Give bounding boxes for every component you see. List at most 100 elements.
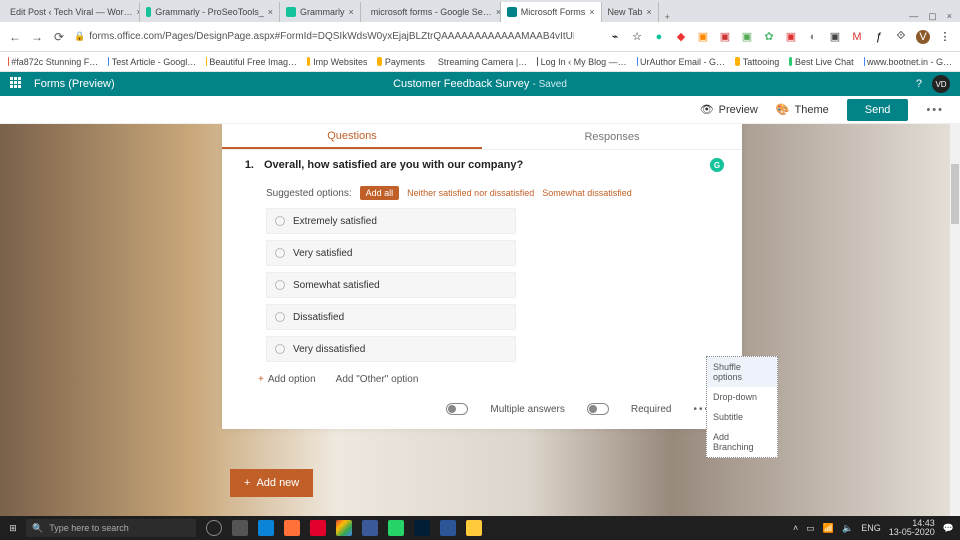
product-name: Forms (Preview) xyxy=(34,78,115,90)
theme-button[interactable]: 🎨Theme xyxy=(776,103,829,116)
browser-tab[interactable]: New Tab× xyxy=(602,2,659,22)
bookmark[interactable]: Imp Websites xyxy=(307,57,367,67)
choice-option[interactable]: Dissatisfied xyxy=(266,304,516,330)
choice-option[interactable]: Somewhat satisfied xyxy=(266,272,516,298)
browser-tabstrip: Edit Post ‹ Tech Viral — Wor…× Grammarly… xyxy=(0,0,960,22)
bookmark[interactable]: UrAuthor Email - G… xyxy=(637,57,725,67)
clock[interactable]: 14:43 13-05-2020 xyxy=(889,519,935,537)
plus-icon: + xyxy=(258,374,264,385)
choice-option[interactable]: Extremely satisfied xyxy=(266,208,516,234)
whatsapp-icon[interactable] xyxy=(388,520,404,536)
ext-icon[interactable]: ⟐ xyxy=(894,30,908,44)
bookmark[interactable]: Log In ‹ My Blog —… xyxy=(537,57,626,67)
ext-icon[interactable]: ▣ xyxy=(828,30,842,44)
tab-questions[interactable]: Questions xyxy=(222,124,482,149)
language-indicator[interactable]: ENG xyxy=(861,523,881,533)
bookmark[interactable]: Test Article - Googl… xyxy=(108,57,196,67)
forward-icon[interactable]: → xyxy=(30,30,44,44)
close-icon[interactable]: × xyxy=(349,7,354,17)
chrome-icon[interactable] xyxy=(336,520,352,536)
add-option-button[interactable]: +Add option xyxy=(258,374,316,385)
bookmark[interactable]: Payments xyxy=(377,57,424,67)
profile-avatar[interactable]: V xyxy=(916,30,930,44)
multiple-answers-toggle[interactable] xyxy=(446,403,468,415)
edge-icon[interactable] xyxy=(258,520,274,536)
opera-icon[interactable] xyxy=(310,520,326,536)
bookmark[interactable]: Best Live Chat xyxy=(789,57,853,67)
add-new-button[interactable]: + Add new xyxy=(230,469,313,497)
question-block: 1. Overall, how satisfied are you with o… xyxy=(222,150,742,429)
tab-responses[interactable]: Responses xyxy=(482,124,742,149)
add-other-button[interactable]: Add "Other" option xyxy=(336,374,419,385)
back-icon[interactable]: ← xyxy=(8,30,22,44)
reload-icon[interactable]: ⟳ xyxy=(52,30,66,44)
close-icon[interactable]: × xyxy=(646,7,651,17)
plus-icon: + xyxy=(244,477,250,489)
kebab-icon[interactable]: ⋮ xyxy=(938,30,952,44)
browser-tab-active[interactable]: Microsoft Forms× xyxy=(501,2,602,22)
firefox-icon[interactable] xyxy=(284,520,300,536)
send-button[interactable]: Send xyxy=(847,99,909,121)
app-icon[interactable] xyxy=(362,520,378,536)
taskbar-search[interactable]: 🔍Type here to search xyxy=(26,519,196,537)
browser-tab[interactable]: Grammarly - ProSeoTools_× xyxy=(140,2,280,22)
word-icon[interactable] xyxy=(440,520,456,536)
browser-tab[interactable]: microsoft forms - Google Se…× xyxy=(361,2,501,22)
preview-button[interactable]: 👁Preview xyxy=(700,103,758,116)
radio-icon xyxy=(275,344,285,354)
close-icon[interactable]: × xyxy=(268,7,273,17)
user-avatar[interactable]: VD xyxy=(932,75,950,93)
question-text[interactable]: Overall, how satisfied are you with our … xyxy=(264,159,523,171)
battery-icon[interactable]: ▭ xyxy=(806,523,815,534)
menu-item-shuffle[interactable]: Shuffle options xyxy=(707,357,777,387)
cortana-icon[interactable] xyxy=(206,520,222,536)
required-toggle[interactable] xyxy=(587,403,609,415)
menu-item-branching[interactable]: Add Branching xyxy=(707,427,777,457)
wifi-icon[interactable]: 📶 xyxy=(823,523,834,534)
ext-icon[interactable]: ▣ xyxy=(718,30,732,44)
ext-icon[interactable]: ▣ xyxy=(784,30,798,44)
bookmark[interactable]: #fa872c Stunning F… xyxy=(8,57,98,67)
browser-tab[interactable]: Edit Post ‹ Tech Viral — Wor…× xyxy=(0,2,140,22)
suggested-chip[interactable]: Neither satisfied nor dissatisfied xyxy=(407,188,534,198)
start-button[interactable]: ⊞ xyxy=(0,523,26,534)
tray-chevron-icon[interactable]: ˄ xyxy=(793,523,798,533)
bookmark[interactable]: Beautiful Free Imag… xyxy=(206,57,297,67)
suggested-chip[interactable]: Somewhat dissatisfied xyxy=(542,188,632,198)
ext-icon[interactable]: ✿ xyxy=(762,30,776,44)
more-icon[interactable]: ••• xyxy=(926,104,944,116)
ext-icon[interactable]: ▣ xyxy=(740,30,754,44)
window-maximize-icon[interactable]: ▢ xyxy=(928,11,937,22)
notifications-icon[interactable]: 💬 xyxy=(943,523,954,534)
menu-item-dropdown[interactable]: Drop-down xyxy=(707,387,777,407)
bookmark[interactable]: Tattooing xyxy=(735,57,779,67)
grammarly-icon[interactable]: G xyxy=(710,158,724,172)
newtab-button[interactable]: + xyxy=(659,12,676,22)
menu-item-subtitle[interactable]: Subtitle xyxy=(707,407,777,427)
ext-icon[interactable]: ◆ xyxy=(674,30,688,44)
bookmark[interactable]: www.bootnet.in - G… xyxy=(864,57,952,67)
ext-icon[interactable]: ◐ xyxy=(806,30,820,44)
key-icon[interactable]: ⌁ xyxy=(608,30,622,44)
ext-icon[interactable]: ● xyxy=(652,30,666,44)
choice-option[interactable]: Very dissatisfied xyxy=(266,336,516,362)
vertical-scrollbar[interactable] xyxy=(950,124,960,520)
ext-icon[interactable]: ƒ xyxy=(872,30,886,44)
star-icon[interactable]: ☆ xyxy=(630,30,644,44)
ext-icon[interactable]: M xyxy=(850,30,864,44)
explorer-icon[interactable] xyxy=(466,520,482,536)
ext-icon[interactable]: ▣ xyxy=(696,30,710,44)
address-bar[interactable]: 🔒 forms.office.com/Pages/DesignPage.aspx… xyxy=(74,31,574,42)
choice-option[interactable]: Very satisfied xyxy=(266,240,516,266)
add-all-button[interactable]: Add all xyxy=(360,186,400,200)
volume-icon[interactable]: 🔈 xyxy=(842,523,853,534)
taskview-icon[interactable] xyxy=(232,520,248,536)
browser-tab[interactable]: Grammarly× xyxy=(280,2,361,22)
photoshop-icon[interactable] xyxy=(414,520,430,536)
help-icon[interactable]: ? xyxy=(916,78,922,90)
app-launcher-icon[interactable] xyxy=(10,77,24,91)
close-icon[interactable]: × xyxy=(589,7,594,17)
window-close-icon[interactable]: × xyxy=(947,11,952,22)
bookmark[interactable]: Streaming Camera |… xyxy=(435,57,527,67)
window-minimize-icon[interactable]: — xyxy=(909,11,918,22)
